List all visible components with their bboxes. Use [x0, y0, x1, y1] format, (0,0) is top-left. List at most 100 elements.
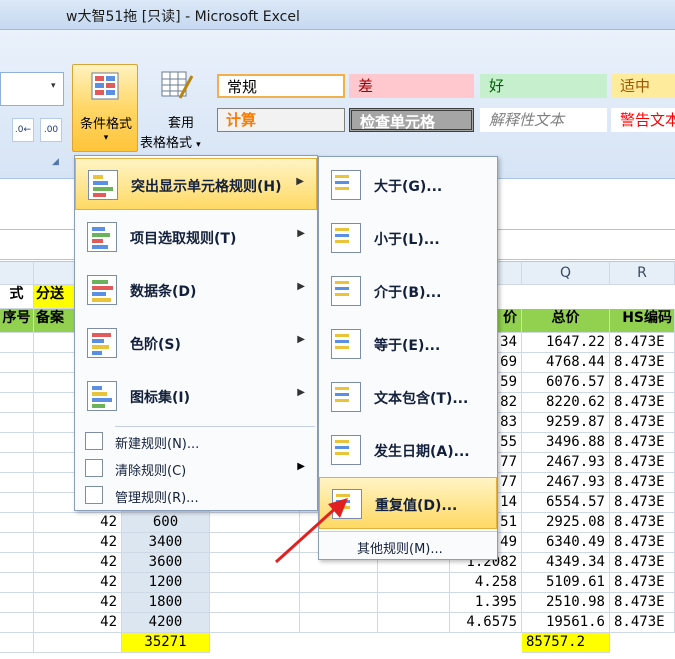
table-cell[interactable]: 8.473E — [610, 393, 675, 413]
table-cell[interactable] — [210, 573, 300, 593]
table-cell[interactable]: 4768.44 — [522, 353, 610, 373]
table-cell[interactable]: 6340.49 — [522, 533, 610, 553]
menu-item-highlight-cells[interactable]: 突出显示单元格规则(H) ▶ — [75, 158, 317, 210]
table-cell[interactable]: 1800 — [122, 593, 210, 613]
table-cell[interactable]: 6554.57 — [522, 493, 610, 513]
table-cell[interactable]: 42 — [34, 533, 122, 553]
table-cell[interactable] — [0, 553, 34, 573]
table-cell[interactable] — [210, 613, 300, 633]
cell-style-6[interactable]: 解释性文本 — [480, 108, 607, 132]
column-header[interactable]: R — [610, 261, 675, 285]
table-cell[interactable]: 8.473E — [610, 493, 675, 513]
table-cell[interactable]: 4200 — [122, 613, 210, 633]
table-cell[interactable] — [0, 453, 34, 473]
submenu-item-text-contains[interactable]: 文本包含(T)... — [319, 371, 497, 423]
table-cell[interactable] — [378, 613, 450, 633]
table-cell[interactable] — [210, 593, 300, 613]
table-cell[interactable]: 8.473E — [610, 553, 675, 573]
table-cell[interactable]: 2467.93 — [522, 473, 610, 493]
table-cell[interactable]: 4.258 — [450, 573, 522, 593]
conditional-format-button[interactable]: 条件格式 ▾ — [72, 64, 138, 152]
cell-style-5[interactable]: 检查单元格 — [349, 108, 474, 132]
table-cell[interactable]: 6076.57 — [522, 373, 610, 393]
header-cell[interactable]: HS编码 — [610, 309, 675, 333]
table-cell[interactable]: 3496.88 — [522, 433, 610, 453]
table-cell[interactable]: 8.473E — [610, 373, 675, 393]
table-cell[interactable] — [0, 433, 34, 453]
menu-item-top-bottom[interactable]: 项目选取规则(T) ▶ — [75, 211, 317, 263]
table-cell[interactable]: 3400 — [122, 533, 210, 553]
menu-item-clear-rules[interactable]: 清除规则(C) ▶ — [75, 455, 317, 481]
table-cell[interactable]: 42 — [34, 513, 122, 533]
menu-item-icon-sets[interactable]: 图标集(I) ▶ — [75, 370, 317, 422]
table-cell[interactable] — [0, 593, 34, 613]
table-cell[interactable]: 42 — [34, 553, 122, 573]
cell-style-3[interactable]: 适中 — [611, 74, 675, 98]
column-header[interactable] — [0, 261, 34, 285]
submenu-item-greater-than[interactable]: 大于(G)... — [319, 159, 497, 211]
table-cell[interactable]: 4349.34 — [522, 553, 610, 573]
table-cell[interactable]: 8.473E — [610, 353, 675, 373]
table-cell[interactable]: 8.473E — [610, 453, 675, 473]
table-cell[interactable] — [378, 593, 450, 613]
header-cell[interactable]: 式 — [0, 285, 34, 309]
table-cell[interactable]: 19561.6 — [522, 613, 610, 633]
table-cell[interactable] — [0, 473, 34, 493]
table-cell[interactable]: 5109.61 — [522, 573, 610, 593]
table-cell[interactable] — [0, 413, 34, 433]
table-cell[interactable]: 2467.93 — [522, 453, 610, 473]
table-cell[interactable]: 8220.62 — [522, 393, 610, 413]
table-cell[interactable]: 42 — [34, 613, 122, 633]
table-cell[interactable]: 8.473E — [610, 593, 675, 613]
cell-style-7[interactable]: 警告文本 — [611, 108, 675, 132]
increase-decimal-button[interactable]: .0← — [12, 118, 34, 142]
header-cell[interactable]: 序号 — [0, 309, 34, 333]
table-cell[interactable]: 2925.08 — [522, 513, 610, 533]
table-cell[interactable] — [300, 613, 378, 633]
table-cell[interactable]: 42 — [34, 573, 122, 593]
submenu-item-equal-to[interactable]: 等于(E)... — [319, 318, 497, 370]
cell-style-1[interactable]: 差 — [349, 74, 474, 98]
submenu-item-between[interactable]: 介于(B)... — [319, 265, 497, 317]
table-cell[interactable]: 4.6575 — [450, 613, 522, 633]
table-cell[interactable] — [34, 633, 122, 653]
column-header[interactable]: Q — [522, 261, 610, 285]
cell-style-2[interactable]: 好 — [480, 74, 607, 98]
total-cell[interactable]: 35271 — [122, 633, 210, 653]
menu-item-color-scale[interactable]: 色阶(S) ▶ — [75, 317, 317, 369]
table-cell[interactable] — [0, 533, 34, 553]
submenu-item-less-than[interactable]: 小于(L)... — [319, 212, 497, 264]
header-cell[interactable]: 总价 — [522, 309, 610, 333]
table-cell[interactable] — [0, 393, 34, 413]
table-cell[interactable] — [0, 513, 34, 533]
table-cell[interactable]: 600 — [122, 513, 210, 533]
table-cell[interactable] — [0, 333, 34, 353]
cell-style-4[interactable]: 计算 — [217, 108, 345, 132]
table-cell[interactable]: 8.473E — [610, 333, 675, 353]
table-cell[interactable]: 1.395 — [450, 593, 522, 613]
table-cell[interactable]: 8.473E — [610, 473, 675, 493]
table-cell[interactable] — [0, 613, 34, 633]
menu-item-data-bars[interactable]: 数据条(D) ▶ — [75, 264, 317, 316]
total-cell[interactable]: 85757.2 — [522, 633, 610, 653]
table-cell[interactable] — [378, 573, 450, 593]
table-cell[interactable]: 3600 — [122, 553, 210, 573]
table-cell[interactable]: 42 — [34, 593, 122, 613]
table-cell[interactable]: 8.473E — [610, 613, 675, 633]
table-cell[interactable] — [300, 593, 378, 613]
table-cell[interactable]: 1200 — [122, 573, 210, 593]
table-cell[interactable]: 9259.87 — [522, 413, 610, 433]
table-cell[interactable] — [0, 633, 34, 653]
submenu-item-date-occurring[interactable]: 发生日期(A)... — [319, 424, 497, 476]
dialog-launcher-icon[interactable]: ◢ — [52, 157, 59, 167]
table-cell[interactable]: 8.473E — [610, 413, 675, 433]
number-format-dropdown[interactable]: ▾ — [0, 72, 64, 106]
table-cell[interactable]: 8.473E — [610, 513, 675, 533]
table-cell[interactable]: 1647.22 — [522, 333, 610, 353]
table-cell[interactable]: 8.473E — [610, 573, 675, 593]
table-cell[interactable]: 8.473E — [610, 433, 675, 453]
cell-style-0[interactable]: 常规 — [217, 74, 345, 98]
table-cell[interactable] — [0, 353, 34, 373]
menu-item-new-rule[interactable]: 新建规则(N)... — [75, 428, 317, 454]
table-cell[interactable] — [0, 373, 34, 393]
